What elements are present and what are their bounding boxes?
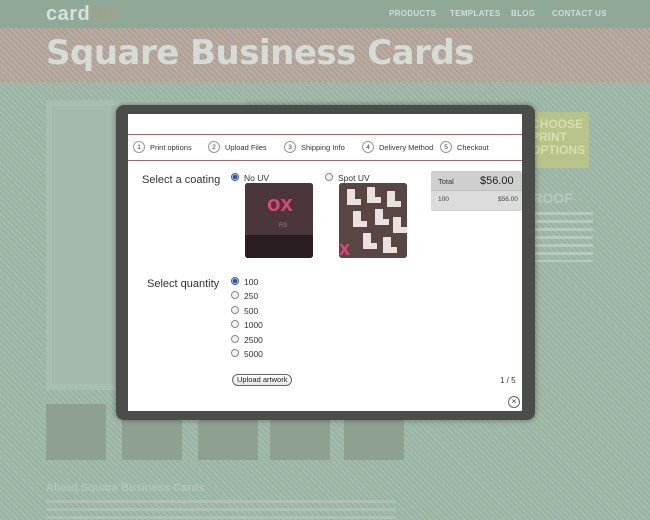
line-quantity: 100 bbox=[438, 196, 449, 203]
line-price: $56.00 bbox=[498, 196, 518, 203]
step-checkout[interactable]: 5 Checkout bbox=[440, 141, 489, 153]
step-number: 5 bbox=[440, 141, 452, 153]
qty-2500-label: 2500 bbox=[244, 335, 263, 345]
choose-line-3: OPTIONS bbox=[531, 143, 586, 157]
logo-fox-text: fox bbox=[90, 3, 119, 25]
spot-uv-label: Spot UV bbox=[338, 173, 370, 183]
nav-products[interactable]: PRODUCTS bbox=[389, 9, 436, 18]
step-label: Delivery Method bbox=[379, 142, 434, 152]
nav-contact[interactable]: CONTACT US bbox=[552, 9, 607, 18]
quantity-label: Select quantity bbox=[147, 278, 220, 290]
hero-title: Square Business Cards bbox=[46, 33, 474, 73]
step-number: 3 bbox=[284, 141, 296, 153]
radio-qty-250[interactable] bbox=[231, 291, 239, 299]
step-label: Upload Files bbox=[225, 142, 267, 152]
step-shipping-info[interactable]: 3 Shipping Info bbox=[284, 141, 345, 153]
radio-qty-500[interactable] bbox=[231, 306, 239, 314]
upload-artwork-button[interactable]: Upload artwork bbox=[232, 374, 293, 386]
steps-bottom-divider bbox=[128, 160, 522, 161]
step-label: Shipping Info bbox=[301, 142, 345, 152]
close-icon[interactable]: × bbox=[508, 396, 520, 408]
qty-250-label: 250 bbox=[244, 291, 259, 301]
logo-card-text: card bbox=[46, 3, 91, 25]
no-uv-label: No UV bbox=[244, 173, 270, 183]
spot-uv-card-art: x bbox=[339, 183, 407, 258]
spot-uv-sample-image[interactable]: x bbox=[339, 183, 407, 258]
qty-500-label: 500 bbox=[244, 306, 259, 316]
radio-qty-2500[interactable] bbox=[231, 335, 239, 343]
qty-100-label: 100 bbox=[244, 277, 259, 287]
step-label: Print options bbox=[150, 142, 192, 152]
step-label: Checkout bbox=[457, 142, 489, 152]
step-delivery-method[interactable]: 4 Delivery Method bbox=[362, 141, 433, 153]
radio-spot-uv[interactable] bbox=[325, 173, 333, 181]
qty-1000-label: 1000 bbox=[244, 320, 263, 330]
step-pager: 1 / 5 bbox=[500, 376, 516, 385]
about-heading: About Square Business Cards bbox=[46, 482, 205, 494]
qty-5000-label: 5000 bbox=[244, 349, 263, 359]
print-options-modal bbox=[128, 114, 522, 411]
nav-blog[interactable]: BLOG bbox=[511, 9, 535, 18]
radio-qty-1000[interactable] bbox=[231, 320, 239, 328]
step-number: 4 bbox=[362, 141, 374, 153]
site-logo[interactable]: cardfox bbox=[46, 3, 118, 26]
svg-text:RS: RS bbox=[279, 223, 287, 229]
step-number: 1 bbox=[133, 141, 145, 153]
radio-no-uv[interactable] bbox=[231, 173, 239, 181]
step-number: 2 bbox=[208, 141, 220, 153]
svg-text:ox: ox bbox=[267, 191, 293, 216]
step-upload-files[interactable]: 2 Upload Files bbox=[208, 141, 267, 153]
no-uv-sample-image[interactable]: ox RS bbox=[245, 183, 313, 258]
total-label: Total bbox=[438, 177, 454, 186]
radio-qty-5000[interactable] bbox=[231, 349, 239, 357]
steps-top-divider bbox=[128, 134, 522, 135]
thumbnail-1[interactable] bbox=[46, 404, 106, 460]
step-print-options[interactable]: 1 Print options bbox=[133, 141, 192, 153]
nav-templates[interactable]: TEMPLATES bbox=[450, 9, 501, 18]
about-text-block bbox=[46, 500, 396, 520]
no-uv-card-art: ox RS bbox=[245, 183, 313, 258]
coating-label: Select a coating bbox=[142, 174, 221, 186]
svg-text:x: x bbox=[339, 238, 350, 258]
total-value: $56.00 bbox=[480, 175, 514, 187]
radio-qty-100[interactable] bbox=[231, 277, 239, 285]
